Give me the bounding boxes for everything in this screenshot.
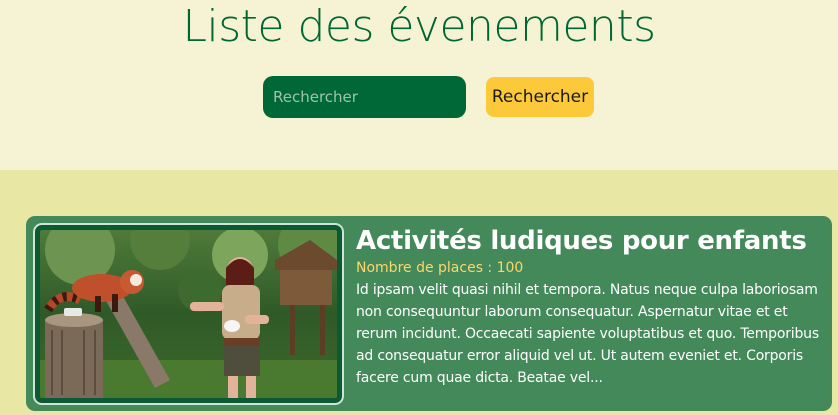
event-title: Activités ludiques pour enfants bbox=[356, 226, 807, 256]
search-button[interactable]: Rechercher bbox=[486, 77, 594, 117]
event-card[interactable]: Activités ludiques pour enfants Nombre d… bbox=[26, 216, 832, 411]
zookeeper-red-panda-photo bbox=[40, 230, 337, 398]
search-input[interactable] bbox=[263, 76, 466, 118]
places-value: 100 bbox=[496, 260, 524, 276]
places-info: Nombre de places : 100 bbox=[356, 258, 523, 278]
event-description: Id ipsam velit quasi nihil et tempora. N… bbox=[356, 282, 819, 386]
places-label: Nombre de places : bbox=[356, 260, 497, 276]
page-title: Liste des évenements bbox=[182, 1, 656, 52]
event-image[interactable] bbox=[33, 223, 344, 405]
header-section: Liste des évenements Rechercher bbox=[0, 0, 838, 170]
